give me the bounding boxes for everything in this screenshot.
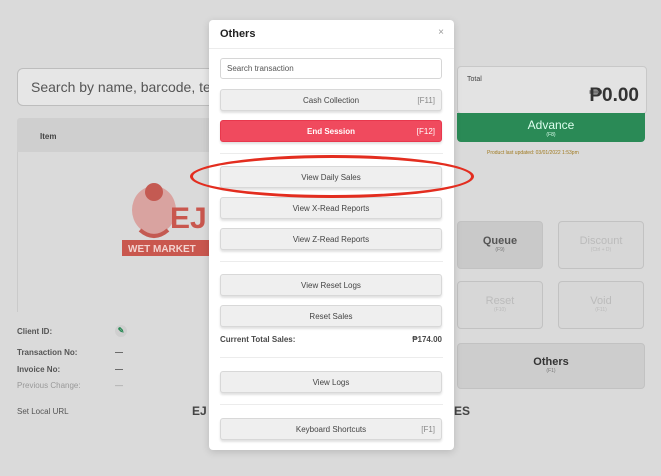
item-column-header: Item — [40, 132, 57, 141]
end-session-label: End Session — [306, 127, 355, 136]
modal-divider — [220, 404, 443, 405]
transaction-no-row: Transaction No: — — [17, 348, 123, 357]
keyboard-shortcuts-key: [F1] — [421, 425, 435, 434]
view-x-read-label: View X-Read Reports — [292, 204, 370, 213]
modal-divider — [220, 153, 443, 154]
transaction-no-label: Transaction No: — [17, 348, 78, 357]
reset-sales-button[interactable]: Reset Sales — [220, 305, 442, 327]
discount-label: Discount — [579, 235, 623, 247]
previous-change-label: Previous Change: — [17, 381, 81, 390]
invoice-no-label: Invoice No: — [17, 365, 61, 374]
footer-left-text: EJ — [192, 404, 207, 418]
previous-change-row: Previous Change: — — [17, 381, 123, 390]
cash-collection-label: Cash Collection — [302, 96, 360, 105]
keyboard-shortcuts-label: Keyboard Shortcuts — [295, 425, 367, 434]
discount-button[interactable]: Discount (Ctrl + D) — [558, 221, 644, 269]
void-key: (F11) — [595, 307, 607, 313]
reset-sales-label: Reset Sales — [309, 312, 353, 321]
modal-divider — [209, 48, 454, 49]
others-key: (F1) — [546, 368, 556, 374]
total-amount: ₱0.00 — [589, 85, 639, 106]
search-transaction-input[interactable] — [220, 58, 442, 79]
queue-button[interactable]: Queue (F9) — [457, 221, 543, 269]
end-session-button[interactable]: End Session [F12] — [220, 120, 442, 142]
cash-collection-button[interactable]: Cash Collection [F11] — [220, 89, 442, 111]
view-z-read-reports-button[interactable]: View Z-Read Reports — [220, 228, 442, 250]
current-total-sales-label: Current Total Sales: — [220, 335, 296, 344]
advance-key: (F8) — [546, 132, 556, 138]
previous-change-value: — — [115, 381, 123, 390]
others-label: Others — [533, 356, 569, 368]
current-total-sales-value: ₱174.00 — [412, 335, 442, 344]
reset-key: (F10) — [494, 307, 506, 313]
footer-right-text: ES — [454, 404, 471, 418]
modal-title: Others — [220, 28, 256, 40]
cash-collection-key: [F11] — [417, 96, 435, 105]
end-session-key: [F12] — [416, 127, 435, 136]
edit-client-icon[interactable]: ✎ — [115, 325, 127, 337]
client-id-row: Client ID: ✎ — [17, 325, 127, 337]
discount-key: (Ctrl + D) — [590, 247, 612, 253]
product-search-input[interactable]: Search by name, barcode, te — [17, 68, 237, 106]
invoice-no-value: — — [115, 365, 123, 374]
highlight-oval-annotation — [190, 155, 474, 198]
view-z-read-label: View Z-Read Reports — [292, 235, 370, 244]
view-logs-label: View Logs — [312, 378, 350, 387]
reset-label: Reset — [485, 295, 515, 307]
modal-divider — [220, 357, 443, 358]
view-logs-button[interactable]: View Logs — [220, 371, 442, 393]
invoice-no-row: Invoice No: — — [17, 365, 123, 374]
void-button[interactable]: Void (F11) — [558, 281, 644, 329]
others-button[interactable]: Others (F1) — [457, 343, 645, 389]
advance-button[interactable]: Advance (F8) — [457, 113, 645, 142]
client-id-label: Client ID: — [17, 327, 53, 336]
set-local-url-link[interactable]: Set Local URL — [17, 407, 69, 416]
total-panel: Total ₱0.00 — [457, 66, 647, 114]
view-x-read-reports-button[interactable]: View X-Read Reports — [220, 197, 442, 219]
transaction-no-value: — — [115, 348, 123, 357]
queue-key: (F9) — [495, 247, 505, 253]
store-logo: EJ WET MARKET — [122, 183, 210, 256]
advance-label: Advance — [527, 118, 575, 132]
view-reset-logs-label: View Reset Logs — [301, 281, 361, 290]
view-reset-logs-button[interactable]: View Reset Logs — [220, 274, 442, 296]
reset-button[interactable]: Reset (F10) — [457, 281, 543, 329]
close-icon[interactable]: × — [438, 27, 444, 38]
last-updated-text: Product last updated: 03/01/2022 1:53pm — [487, 150, 579, 156]
logo-subtext: WET MARKET — [128, 244, 196, 255]
modal-divider — [220, 261, 443, 262]
queue-label: Queue — [482, 235, 518, 247]
void-label: Void — [590, 295, 612, 307]
keyboard-shortcuts-button[interactable]: Keyboard Shortcuts [F1] — [220, 418, 442, 440]
total-label: Total — [467, 76, 482, 83]
logo-text: EJ — [170, 202, 207, 235]
others-modal: Others × Cash Collection [F11] End Sessi… — [209, 20, 454, 450]
item-table-header: Item — [17, 118, 212, 152]
